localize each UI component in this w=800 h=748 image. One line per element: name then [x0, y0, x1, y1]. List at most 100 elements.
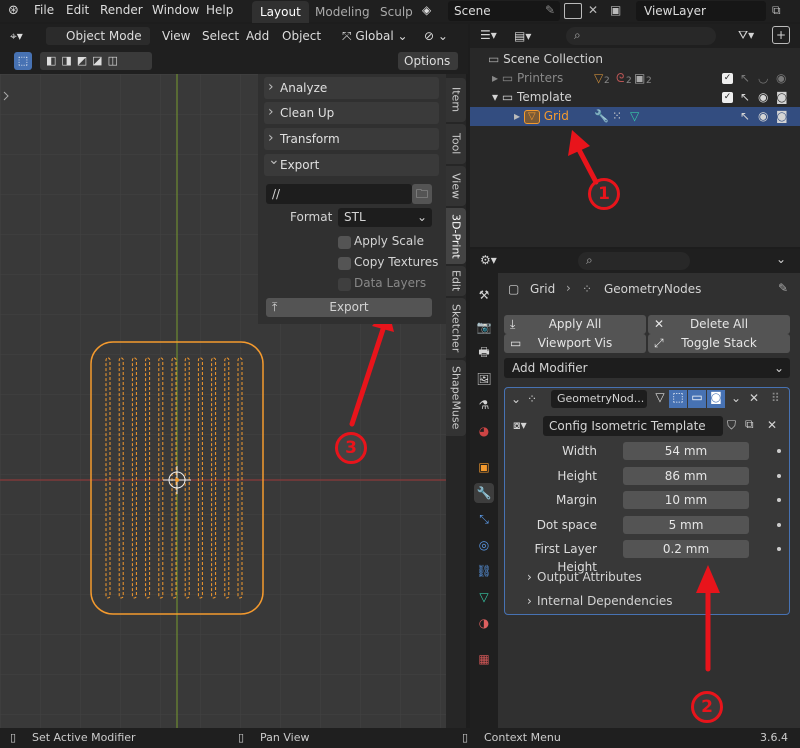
export-path-input[interactable]: // — [266, 184, 412, 204]
tab-tool[interactable]: Tool — [446, 124, 466, 164]
view-layer-tab-icon[interactable]: 🖼 — [474, 369, 494, 389]
menu-window[interactable]: Window — [152, 3, 199, 17]
unlink-icon[interactable]: ✕ — [767, 418, 777, 432]
outliner-editor-icon[interactable]: ☰▾ — [480, 28, 497, 42]
eye-icon[interactable]: ◉ — [758, 88, 768, 107]
tab-item[interactable]: Item — [446, 78, 466, 122]
constraints-tab-icon[interactable]: ⛓ — [474, 561, 494, 581]
new-scene-icon[interactable] — [564, 3, 582, 19]
world-tab-icon[interactable]: ◕ — [474, 421, 494, 441]
hide-icon[interactable]: ◡ — [758, 69, 768, 88]
camera-icon[interactable]: ◙ — [776, 107, 788, 126]
section-analyze[interactable]: Analyze — [264, 76, 439, 99]
physics-tab-icon[interactable]: ◎ — [474, 535, 494, 555]
internal-dependencies-panel[interactable]: Internal Dependencies — [537, 594, 672, 608]
folder-icon[interactable]: 🗀 — [412, 184, 432, 204]
data-tab-icon[interactable]: ▽ — [474, 587, 494, 607]
chevron-down-icon[interactable]: ⌄ — [776, 252, 786, 266]
on-cage-icon[interactable]: ⬚ — [669, 390, 687, 408]
editor-type-icon[interactable]: ⌖▾ — [10, 27, 23, 45]
modifier-tab-icon[interactable]: 🔧 — [474, 483, 494, 503]
tab-layout[interactable]: Layout — [252, 1, 309, 23]
exclude-checkbox[interactable]: ✓ — [722, 92, 733, 103]
field-value-input[interactable]: 86 mm — [623, 466, 749, 485]
keyframe-dot-icon[interactable] — [777, 498, 781, 502]
copy-textures-checkbox[interactable] — [338, 257, 351, 270]
export-button[interactable]: ⤒ Export — [266, 298, 432, 317]
menu-view[interactable]: View — [162, 27, 190, 45]
menu-help[interactable]: Help — [206, 3, 233, 17]
field-value-input[interactable]: 10 mm — [623, 491, 749, 509]
tab-modeling[interactable]: Modeling — [307, 1, 378, 23]
viewport-vis-button[interactable]: ▭ Viewport Vis — [504, 334, 646, 353]
scene-tab-icon[interactable]: ⚗ — [474, 395, 494, 415]
chevron-down-icon[interactable]: ⌄ — [731, 391, 741, 405]
view-layer-selector[interactable]: ViewLayer — [636, 1, 766, 21]
select-tool-icon[interactable]: ⬚ — [14, 52, 32, 70]
grid-row[interactable]: ▸ ▽ Grid 🔧 ⁙ ▽ ↖ ◉ ◙ — [470, 107, 800, 126]
keyframe-dot-icon[interactable] — [777, 473, 781, 478]
expand-icon[interactable]: ▸ — [514, 109, 520, 123]
keyframe-dot-icon[interactable] — [777, 449, 781, 453]
texture-tab-icon[interactable]: ▦ — [474, 649, 494, 669]
properties-search-input[interactable]: ⌕ — [578, 252, 690, 270]
expand-icon[interactable]: › — [527, 594, 532, 608]
collapse-icon[interactable]: ⌄ — [511, 392, 521, 406]
tab-sculpting[interactable]: Sculp — [372, 1, 421, 23]
data-layers-checkbox[interactable] — [338, 278, 351, 291]
close-icon[interactable]: ✕ — [749, 391, 759, 405]
object-tab-icon[interactable]: ▣ — [474, 457, 494, 477]
menu-select[interactable]: Select — [202, 27, 239, 45]
tab-edit[interactable]: Edit — [446, 266, 466, 296]
scene-collection-row[interactable]: ▭ Scene Collection — [470, 50, 800, 69]
particles-tab-icon[interactable]: ⤡ — [474, 509, 494, 529]
output-attributes-panel[interactable]: Output Attributes — [537, 570, 642, 584]
filter-icon[interactable]: ⛛▾ — [738, 28, 754, 43]
menu-object[interactable]: Object — [282, 27, 321, 45]
mode-selector[interactable]: Object Mode ⌄ — [46, 27, 150, 61]
transform-orientation[interactable]: ⤧ Global ⌄ — [342, 27, 408, 45]
scene-selector[interactable]: Scene — [448, 1, 560, 21]
section-export[interactable]: Export — [264, 149, 439, 176]
menu-file[interactable]: File — [34, 3, 54, 17]
expand-icon[interactable]: ▾ — [492, 90, 498, 104]
delete-all-button[interactable]: ✕ Delete All — [648, 315, 790, 334]
viewport-display-icon[interactable]: ▭ — [688, 390, 706, 408]
tab-3d-print[interactable]: 3D-Print — [446, 208, 466, 264]
toggle-stack-button[interactable]: ⤢ Toggle Stack — [648, 334, 790, 353]
format-select[interactable]: STL ⌄ — [338, 208, 432, 227]
printers-row[interactable]: ▸ ▭ Printers ▽ 2 ᘓ2 ▣ 2 ✓ ↖ ◡ ◉ — [470, 69, 800, 88]
edit-mode-icon[interactable]: ▽ — [651, 390, 669, 408]
tab-shapemuse[interactable]: ShapeMuse — [446, 360, 466, 436]
apply-all-button[interactable]: ⤓ Apply All — [504, 315, 646, 334]
output-tab-icon[interactable]: 🖶 — [474, 343, 494, 363]
add-modifier-menu[interactable]: Add Modifier ⌄ — [504, 358, 790, 378]
selectable-icon[interactable]: ↖ — [740, 88, 750, 107]
field-value-input[interactable]: 54 mm — [623, 442, 749, 460]
properties-editor-icon[interactable]: ⚙▾ — [480, 253, 497, 267]
tool-tab-icon[interactable]: ⚒ — [474, 285, 494, 305]
menu-render[interactable]: Render — [100, 3, 143, 17]
modifier-name-input[interactable]: GeometryNod... — [551, 390, 647, 408]
scene-icon[interactable]: ◈ — [422, 3, 431, 17]
render-camera-icon[interactable]: ◙ — [707, 390, 725, 408]
blender-logo-icon[interactable]: ⊛ — [8, 3, 19, 18]
selection-mode-buttons[interactable]: ◧◨◩◪◫ — [40, 52, 152, 70]
section-transform[interactable]: Transform — [264, 127, 439, 150]
camera-icon[interactable]: ◉ — [776, 69, 786, 88]
selectable-icon[interactable]: ↖ — [740, 69, 750, 88]
fake-user-icon[interactable]: ⛉ — [727, 418, 736, 433]
duplicate-icon[interactable]: ⧉ — [745, 417, 754, 432]
field-value-input[interactable]: 5 mm — [623, 515, 749, 534]
keyframe-dot-icon[interactable] — [777, 522, 781, 527]
tab-sketcher[interactable]: Sketcher — [446, 298, 466, 358]
material-tab-icon[interactable]: ◑ — [474, 613, 494, 633]
render-tab-icon[interactable]: 📷 — [474, 317, 494, 337]
pin-icon[interactable]: ✎ — [545, 3, 555, 17]
display-mode-icon[interactable]: ▤▾ — [514, 29, 531, 43]
close-icon[interactable]: ✕ — [588, 3, 598, 17]
pin-icon[interactable]: ✎ — [778, 281, 788, 295]
expand-icon[interactable]: ▸ — [492, 71, 498, 85]
menu-add[interactable]: Add — [246, 27, 269, 45]
view-layer-icon[interactable]: ▣ — [610, 3, 621, 17]
